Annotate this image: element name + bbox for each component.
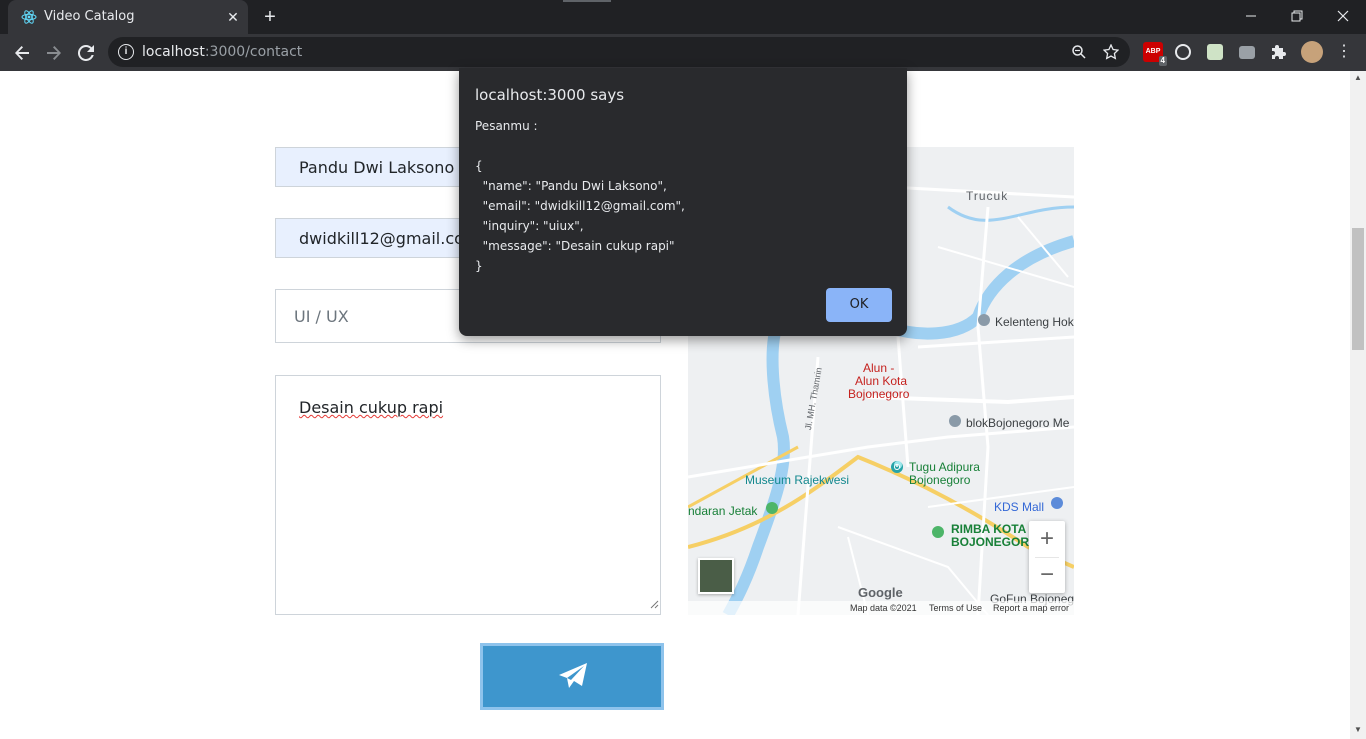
map-label: BOJONEGORO <box>951 535 1039 549</box>
tab-title: Video Catalog <box>44 9 135 24</box>
map-label: Alun - <box>863 361 895 375</box>
reload-icon[interactable] <box>72 38 100 66</box>
map-label: KDS Mall <box>994 500 1045 514</box>
map-data-text: Map data ©2021 <box>850 603 917 613</box>
map-label: Trucuk <box>966 189 1009 203</box>
ok-button[interactable]: OK <box>826 288 892 322</box>
map-label: Alun Kota <box>855 374 908 388</box>
paper-plane-icon <box>558 662 588 697</box>
info-icon[interactable]: i <box>118 44 134 60</box>
tab-close-icon[interactable]: ✕ <box>224 8 242 26</box>
bookmark-star-icon[interactable] <box>1100 41 1122 63</box>
resize-handle-icon[interactable] <box>650 594 659 613</box>
send-button[interactable] <box>480 643 664 710</box>
scrollbar[interactable]: ▲ ▼ <box>1350 71 1366 739</box>
map-label: blokBojonegoro Me <box>966 416 1070 430</box>
message-textarea[interactable]: Desain cukup rapi <box>275 375 661 615</box>
puzzle-icon[interactable] <box>1271 44 1287 60</box>
scroll-down-icon[interactable]: ▼ <box>1350 723 1366 737</box>
tab-strip: Video Catalog ✕ + <box>0 0 1366 34</box>
url-text[interactable]: localhost:3000/contact <box>142 44 302 60</box>
zoom-in-button[interactable]: + <box>1029 521 1065 557</box>
back-arrow-icon[interactable] <box>8 38 36 66</box>
terms-link[interactable]: Terms of Use <box>929 603 982 613</box>
dialog-title: localhost:3000 says <box>475 86 625 104</box>
avatar[interactable] <box>1301 41 1323 63</box>
extension-green-icon[interactable] <box>1207 44 1223 60</box>
map-label: Kelenteng Hok <box>995 315 1074 329</box>
restore-icon[interactable] <box>1274 0 1320 30</box>
report-error-link[interactable]: Report a map error <box>993 603 1069 613</box>
minimize-icon[interactable] <box>1228 0 1274 30</box>
satellite-toggle-thumbnail[interactable] <box>698 558 734 594</box>
adblock-icon[interactable]: ABP 4 <box>1143 42 1167 66</box>
new-tab-button[interactable]: + <box>258 5 282 29</box>
dialog-message: Pesanmu : { "name": "Pandu Dwi Laksono",… <box>475 119 685 273</box>
scroll-up-icon[interactable]: ▲ <box>1350 71 1366 85</box>
extension-badge: 4 <box>1158 56 1167 66</box>
scroll-thumb[interactable] <box>1352 228 1364 350</box>
google-logo: Google <box>858 585 903 600</box>
address-bar[interactable]: i localhost:3000/contact <box>108 37 1130 67</box>
react-icon <box>21 9 37 25</box>
zoom-out-button[interactable]: − <box>1029 557 1065 593</box>
camera-icon[interactable] <box>1239 46 1255 59</box>
map-label: Bojonegoro <box>848 387 910 401</box>
zoom-controls: + − <box>1029 521 1065 593</box>
map-footer: Map data ©2021 Terms of Use Report a map… <box>688 601 1074 615</box>
map-label: Tugu Adipura <box>909 460 980 474</box>
map-label: ndaran Jetak <box>688 504 758 518</box>
alert-dialog: localhost:3000 says Pesanmu : { "name": … <box>459 68 907 336</box>
menu-dots-icon[interactable]: ⋮ <box>1330 38 1358 66</box>
browser-tab[interactable]: Video Catalog ✕ <box>8 0 248 34</box>
forward-arrow-icon[interactable] <box>40 38 68 66</box>
map-label: RIMBA KOTA <box>951 522 1027 536</box>
zoom-icon[interactable] <box>1068 41 1090 63</box>
browser-toolbar: i localhost:3000/contact ABP 4 ⋮ <box>0 34 1366 71</box>
tab-search-indicator <box>563 0 611 2</box>
map-label: Museum Rajekwesi <box>745 473 850 487</box>
map-label: Bojonegoro <box>909 473 971 487</box>
window-close-icon[interactable] <box>1320 0 1366 30</box>
extension-loop-icon[interactable] <box>1175 44 1191 60</box>
